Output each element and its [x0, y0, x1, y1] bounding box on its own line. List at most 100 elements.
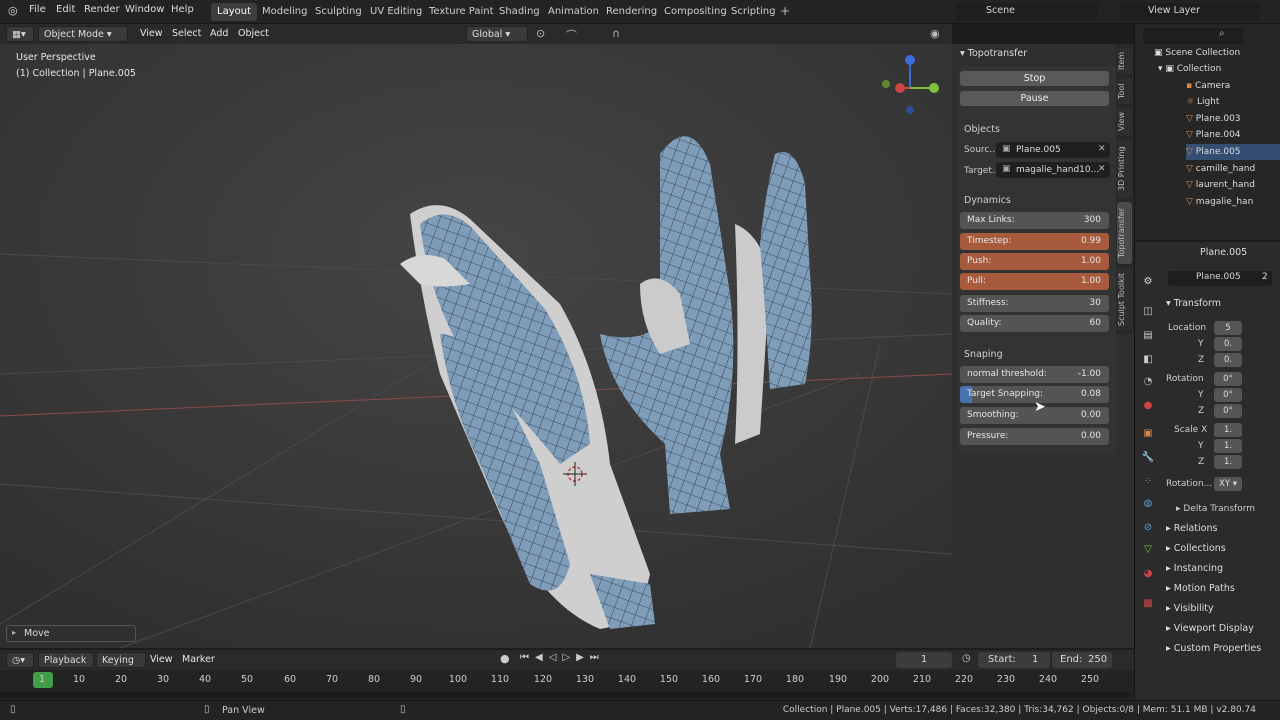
outliner-filter[interactable] [1143, 28, 1243, 44]
stop-button[interactable]: Stop [960, 71, 1109, 86]
add-workspace-icon[interactable]: + [780, 4, 790, 18]
viewport-display-section[interactable]: ▸ Viewport Display [1166, 623, 1254, 634]
search-icon[interactable]: ⌕ [1219, 28, 1225, 39]
playback-controls[interactable]: ⏮◀◁▷▶⏭ [520, 652, 605, 663]
3d-viewport[interactable]: User Perspective (1) Collection | Plane.… [0, 44, 952, 648]
outliner-item-collection[interactable]: ▾ ▣ Collection [1158, 61, 1280, 77]
pause-button[interactable]: Pause [960, 91, 1109, 106]
normal-threshold-slider[interactable]: normal threshold: -1.00 [960, 366, 1109, 383]
stiffness-slider[interactable]: Stiffness: 30 [960, 295, 1109, 312]
menu-window[interactable]: Window [125, 4, 164, 15]
custom-properties-section[interactable]: ▸ Custom Properties [1166, 643, 1261, 654]
material-tab-icon[interactable]: ◕ [1140, 566, 1156, 582]
marker-menu[interactable]: Marker [182, 654, 215, 665]
menu-file[interactable]: File [29, 4, 46, 15]
delta-transform-section[interactable]: ▸ Delta Transform [1176, 504, 1255, 514]
object-name-field[interactable]: Plane.005 2 [1168, 271, 1272, 286]
start-frame-field[interactable]: Start: 1 [978, 652, 1050, 668]
view-layer-selector[interactable]: View Layer [1120, 3, 1260, 20]
current-frame-field[interactable]: 1 [896, 652, 952, 668]
location-z-field[interactable]: 0. [1214, 353, 1242, 367]
outliner-item-light[interactable]: ☼ Light [1186, 94, 1280, 110]
menu-render[interactable]: Render [84, 4, 120, 15]
timeline-editor-type-button[interactable]: ◷▾ [6, 652, 34, 668]
object-menu[interactable]: Object [238, 28, 269, 39]
target-field[interactable]: magalie_hand10... [996, 162, 1110, 178]
proportional-edit-icon[interactable]: ∩ [612, 27, 620, 40]
tab-uv-editing[interactable]: UV Editing [364, 3, 428, 21]
topotransfer-header[interactable]: ▾ Topotransfer [960, 48, 1027, 59]
end-frame-field[interactable]: End: 250 [1052, 652, 1112, 668]
collections-section[interactable]: ▸ Collections [1166, 543, 1226, 554]
timeline-scrollbar[interactable] [0, 692, 1130, 698]
particles-tab-icon[interactable]: ⁘ [1140, 474, 1156, 490]
scale-z-field[interactable]: 1. [1214, 455, 1242, 469]
tab-scripting[interactable]: Scripting [725, 3, 781, 21]
push-slider[interactable]: Push: 1.00 [960, 253, 1109, 270]
scale-y-field[interactable]: 1. [1214, 439, 1242, 453]
blender-logo-icon[interactable]: ◎ [8, 4, 18, 17]
tab-rendering[interactable]: Rendering [600, 3, 663, 21]
instancing-section[interactable]: ▸ Instancing [1166, 563, 1223, 574]
rotation-x-field[interactable]: 0° [1214, 372, 1242, 386]
playback-dropdown[interactable]: Playback ▾ [38, 652, 94, 682]
outliner-item-camera[interactable]: ▪ Camera [1186, 78, 1280, 94]
data-tab-icon[interactable]: ▽ [1140, 542, 1156, 558]
view-layer-tab-icon[interactable]: ◧ [1140, 352, 1156, 368]
editor-type-button[interactable]: ▦▾ [6, 26, 34, 42]
tab-tool[interactable]: Tool [1117, 78, 1132, 104]
object-tab-icon[interactable]: ▣ [1140, 426, 1156, 442]
world-tab-icon[interactable]: ● [1140, 398, 1156, 414]
tab-layout[interactable]: Layout [211, 3, 257, 21]
tab-3d-printing[interactable]: 3D Printing [1117, 140, 1132, 198]
scale-x-field[interactable]: 1. [1214, 423, 1242, 437]
timeline-view-menu[interactable]: View [150, 654, 173, 665]
preview-range-icon[interactable]: ◷ [962, 653, 971, 664]
menu-help[interactable]: Help [171, 4, 194, 15]
modifier-tab-icon[interactable]: 🔧 [1140, 450, 1156, 466]
transform-section[interactable]: ▾ Transform [1166, 298, 1221, 309]
visibility-icon[interactable]: ◉ [930, 27, 940, 40]
rotation-mode-dropdown[interactable]: XY ▾ [1214, 477, 1242, 491]
rotation-y-field[interactable]: 0° [1214, 388, 1242, 402]
quality-slider[interactable]: Quality: 60 [960, 315, 1109, 332]
select-menu[interactable]: Select [172, 28, 201, 39]
tab-shading[interactable]: Shading [493, 3, 546, 21]
constraints-tab-icon[interactable]: ⊘ [1140, 520, 1156, 536]
snap-icon[interactable]: ⌒ [566, 27, 577, 43]
tab-modeling[interactable]: Modeling [256, 3, 314, 21]
menu-edit[interactable]: Edit [56, 4, 75, 15]
clear-source-icon[interactable]: ✕ [1098, 144, 1106, 154]
rotation-z-field[interactable]: 0° [1214, 404, 1242, 418]
timestep-slider[interactable]: Timestep: 0.99 [960, 233, 1109, 250]
view-menu[interactable]: View [140, 28, 163, 39]
render-tab-icon[interactable]: ◫ [1140, 304, 1156, 320]
last-operator-panel[interactable]: ▸ Move [6, 625, 136, 642]
relations-section[interactable]: ▸ Relations [1166, 523, 1217, 534]
tab-sculpt-toolkit[interactable]: Sculpt Toolkit [1117, 268, 1132, 330]
scene-selector[interactable]: Scene [956, 3, 1098, 20]
location-y-field[interactable]: 0. [1214, 337, 1242, 351]
tab-animation[interactable]: Animation [542, 3, 605, 21]
source-field[interactable]: Plane.005 [996, 142, 1110, 158]
tab-texture-paint[interactable]: Texture Paint [423, 3, 500, 21]
location-x-field[interactable]: 5 [1214, 321, 1242, 335]
record-icon[interactable]: ● [500, 652, 510, 665]
add-menu[interactable]: Add [210, 28, 228, 39]
tab-item[interactable]: Item [1117, 48, 1132, 74]
pivot-icon[interactable]: ⊙ [536, 27, 545, 40]
tab-topotransfer[interactable]: Topotransfer [1117, 202, 1132, 264]
tab-view[interactable]: View [1117, 108, 1132, 136]
texture-tab-icon[interactable]: ▩ [1140, 596, 1156, 612]
motion-paths-section[interactable]: ▸ Motion Paths [1166, 583, 1235, 594]
output-tab-icon[interactable]: ▤ [1140, 328, 1156, 344]
scene-collection-item[interactable]: ▣ Scene Collection [1154, 45, 1280, 61]
clear-target-icon[interactable]: ✕ [1098, 164, 1106, 174]
keying-dropdown[interactable]: Keying ▾ [96, 652, 146, 682]
pressure-slider[interactable]: Pressure: 0.00 [960, 428, 1109, 445]
outliner-item-laurent-hand[interactable]: ▽ laurent_hand [1186, 177, 1280, 193]
visibility-section[interactable]: ▸ Visibility [1166, 603, 1214, 614]
physics-tab-icon[interactable]: ◍ [1140, 496, 1156, 512]
outliner-item-magalie-hand[interactable]: ▽ magalie_han [1186, 194, 1280, 210]
tab-compositing[interactable]: Compositing [658, 3, 733, 21]
